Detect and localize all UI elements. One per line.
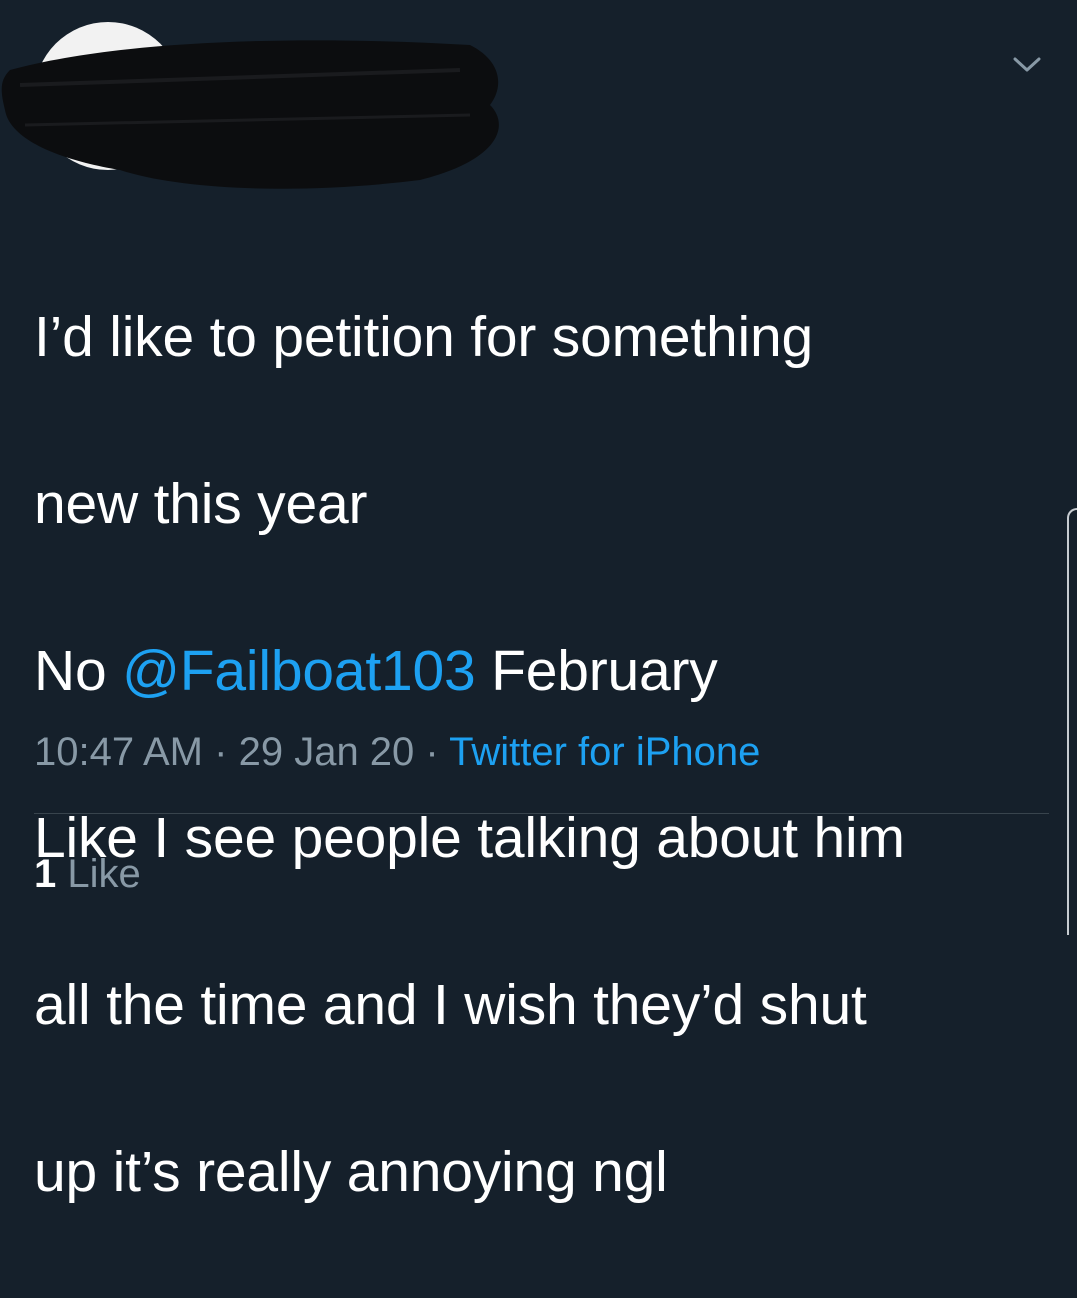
- tweet-meta: 10:47 AM · 29 Jan 20 · Twitter for iPhon…: [34, 726, 760, 778]
- tweet-date: 29 Jan 20: [238, 730, 415, 774]
- tweet-line: Like I see people talking about him: [34, 805, 905, 870]
- likes-stat[interactable]: 1 Like: [34, 848, 141, 900]
- tweet-line: new this year: [34, 471, 368, 536]
- meta-separator: ·: [425, 730, 439, 774]
- tweet-line: I’d like to petition for something: [34, 304, 813, 369]
- tweet-source-link[interactable]: Twitter for iPhone: [449, 730, 760, 774]
- avatar[interactable]: [34, 22, 182, 170]
- chevron-down-icon[interactable]: [1011, 52, 1043, 76]
- meta-separator: ·: [214, 730, 228, 774]
- tweet-line: No @Failboat103 February: [34, 630, 1054, 714]
- tweet-time: 10:47 AM: [34, 730, 204, 774]
- mention-link[interactable]: @Failboat103: [122, 639, 476, 703]
- tweet-line: up it’s really annoying ngl: [34, 1139, 668, 1204]
- tweet-line: all the time and I wish they’d shut: [34, 972, 867, 1037]
- tweet-text-fragment: No: [34, 638, 123, 703]
- likes-count: 1: [34, 852, 57, 896]
- likes-label: Like: [67, 852, 141, 896]
- tweet-text-fragment: February: [475, 638, 718, 703]
- divider: [34, 813, 1049, 814]
- scrollbar[interactable]: [1067, 508, 1077, 935]
